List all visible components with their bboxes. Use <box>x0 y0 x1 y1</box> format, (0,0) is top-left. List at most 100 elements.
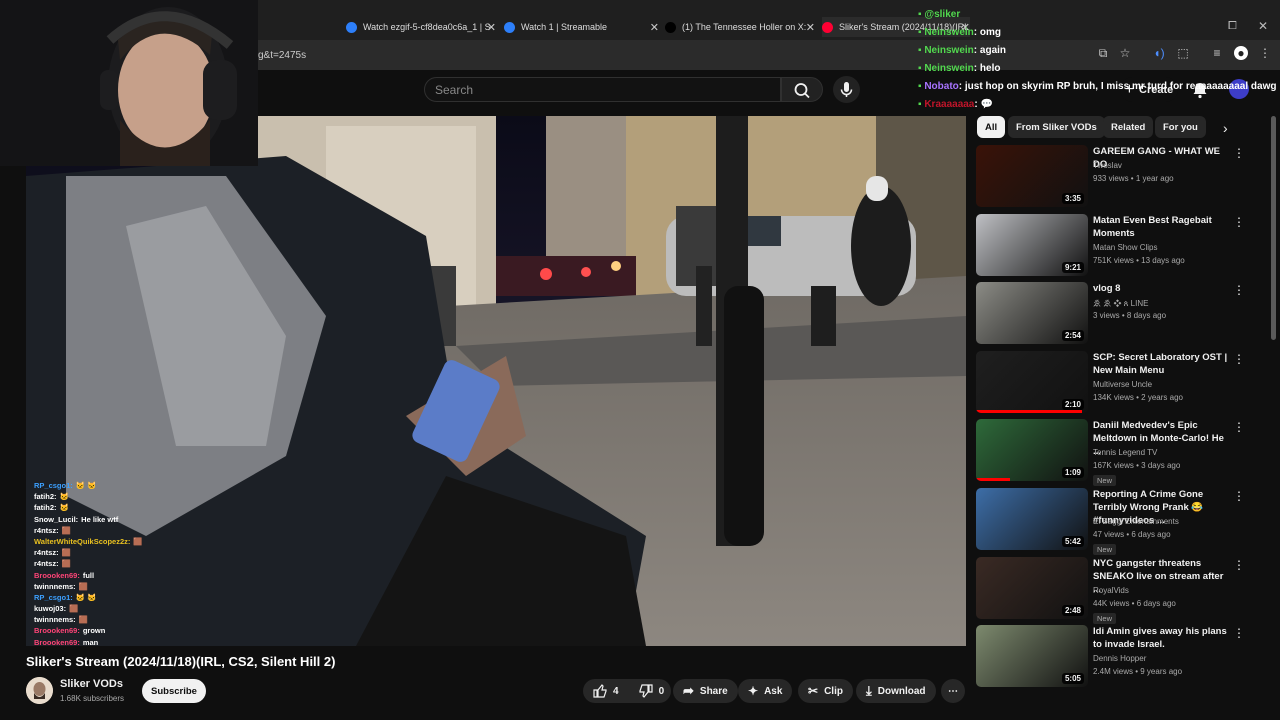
chat-username: fatih2: <box>34 503 57 513</box>
subscribe-button[interactable]: Subscribe <box>142 679 206 703</box>
like-button[interactable]: 4 <box>593 684 619 698</box>
sidebar-scrollbar[interactable] <box>1271 116 1276 340</box>
share-label: Share <box>699 685 728 697</box>
more-options-icon[interactable]: ⋮ <box>1233 490 1245 504</box>
browser-tab[interactable]: Watch ezgif-5-cf8dea0c6a_1 | S ✕ <box>346 17 496 37</box>
recommended-channel-name[interactable]: ゑ ゑ ❖ ጰ LINE <box>1093 298 1148 309</box>
filter-chip[interactable]: Related <box>1103 116 1154 138</box>
chat-message: fatih2: 🐱 <box>34 491 234 502</box>
chat-overlay-left: RP_csgo1: 🐱 🐱 fatih2: 🐱 fatih2: 🐱 Snow_Lucil: H… <box>34 480 234 648</box>
chat-message: ▪ Nobato: just hop on skyrim RP bruh, I … <box>918 78 1276 96</box>
recommended-channel-name[interactable]: Matan Show Clips <box>1093 243 1157 252</box>
more-options-icon[interactable]: ⋮ <box>1233 627 1245 641</box>
tab-favicon-icon <box>822 21 833 33</box>
chat-username: RP_csgo1: <box>34 592 73 602</box>
new-badge: New <box>1093 475 1117 486</box>
clip-button[interactable]: ✂ Clip <box>798 679 853 703</box>
voice-search-button[interactable] <box>833 76 860 103</box>
url-text[interactable]: g&t=2475s <box>258 50 306 61</box>
search-button[interactable] <box>781 77 823 102</box>
channel-avatar[interactable] <box>26 677 53 704</box>
chat-username: Snow_Lucil: <box>34 514 79 524</box>
video-duration: 5:42 <box>1061 536 1084 547</box>
chat-text: 🟫 <box>133 536 143 546</box>
more-options-icon[interactable]: ⋮ <box>1233 284 1245 298</box>
chat-text: 🟫 <box>61 525 71 535</box>
chat-text: : again <box>973 45 1007 56</box>
recommended-video[interactable]: 2:54 vlog 8 ゑ ゑ ❖ ጰ LINE 3 views • 8 days a… <box>976 282 1266 348</box>
recommended-video-title[interactable]: vlog 8 <box>1093 282 1230 295</box>
more-options-icon[interactable]: ⋮ <box>1233 353 1245 367</box>
video-thumbnail[interactable]: 5:42 <box>976 488 1088 550</box>
recommended-channel-name[interactable]: Multiverse Uncle <box>1093 380 1152 389</box>
recommended-video[interactable]: 2:48 NYC gangster threatens SNEAKO live o… <box>976 557 1266 624</box>
browser-tab[interactable]: (1) The Tennessee Holler on X: ✕ <box>665 17 815 37</box>
search-input[interactable]: Search <box>424 77 781 102</box>
chat-message: Broooken69: full <box>34 570 234 581</box>
video-duration: 2:48 <box>1061 605 1084 616</box>
tab-title: Watch ezgif-5-cf8dea0c6a_1 | S <box>363 22 491 32</box>
chat-message: ▪ Neinswein: again <box>918 42 1268 60</box>
more-options-icon[interactable]: ⋮ <box>1233 147 1245 161</box>
chat-message: ▪ @sliker <box>918 6 1268 24</box>
download-button[interactable]: ⤓ Download <box>856 679 936 703</box>
chat-username: twinnnems: <box>34 615 76 625</box>
more-options-icon[interactable]: ⋮ <box>1233 421 1245 435</box>
scissors-icon: ✂ <box>808 684 819 698</box>
recommended-video[interactable]: 3:35 GAREEM GANG - WHAT WE DO Twoslav 933 v… <box>976 145 1266 211</box>
watch-progress-bar <box>976 478 1010 481</box>
recommended-channel-name[interactable]: Tennis Legend TV <box>1093 448 1157 457</box>
share-button[interactable]: ➦ Share <box>673 679 738 703</box>
recommended-video-meta: 47 views • 6 days ago <box>1093 530 1171 539</box>
thumbs-down-icon <box>638 684 653 698</box>
chat-text: man <box>82 637 99 647</box>
filter-chip[interactable]: All <box>977 116 1006 138</box>
video-thumbnail[interactable]: 2:10 <box>976 351 1088 413</box>
channel-name[interactable]: Sliker VODs <box>60 678 123 690</box>
recommended-video[interactable]: 5:05 Idi Amin gives away his plans to inv… <box>976 625 1266 691</box>
tab-close-icon[interactable]: ✕ <box>487 21 496 34</box>
chevron-right-icon[interactable]: › <box>1223 120 1228 136</box>
filter-chip[interactable]: From Sliker VODs <box>1008 116 1105 138</box>
recommended-video-meta: 2.4M views • 9 years ago <box>1093 667 1183 676</box>
recommended-video-title[interactable]: Matan Even Best Ragebait Moments <box>1093 214 1230 240</box>
chat-overlay-top: ▪ @sliker ▪ Neinswein: omg ▪ Neinswein: ag… <box>918 6 1276 114</box>
chat-text: : 💬 <box>974 99 993 110</box>
recommended-video[interactable]: 9:21 Matan Even Best Ragebait Moments Mata… <box>976 214 1266 280</box>
recommended-video[interactable]: 2:10 SCP: Secret Laboratory OST | New Mai… <box>976 351 1266 417</box>
share-icon: ➦ <box>683 683 694 698</box>
recommended-channel-name[interactable]: Twoslav <box>1093 161 1122 170</box>
chat-message: twinnnems: 🟫 <box>34 581 234 592</box>
recommended-channel-name[interactable]: RoyalVids <box>1093 586 1129 595</box>
chat-message: WalterWhiteQuikScopez2z: 🟫 <box>34 536 234 547</box>
video-thumbnail[interactable]: 3:35 <box>976 145 1088 207</box>
recommended-video[interactable]: 1:09 Daniil Medvedev's Epic Meltdown in M… <box>976 419 1266 486</box>
video-thumbnail[interactable]: 9:21 <box>976 214 1088 276</box>
browser-tab[interactable]: Watch 1 | Streamable ✕ <box>504 17 659 37</box>
video-thumbnail[interactable]: 1:09 <box>976 419 1088 481</box>
more-options-icon[interactable]: ⋮ <box>1233 559 1245 573</box>
video-thumbnail[interactable]: 5:05 <box>976 625 1088 687</box>
like-dislike-group: 4 0 <box>583 679 671 703</box>
video-duration: 2:54 <box>1061 330 1084 341</box>
recommended-video[interactable]: 5:42 Reporting A Crime Gone Terribly Wron… <box>976 488 1266 555</box>
ask-button[interactable]: ✦ Ask <box>738 679 793 703</box>
chat-message: RP_csgo1: 🐱 🐱 <box>34 480 234 491</box>
watch-progress-bar <box>976 410 1083 413</box>
recommended-video-meta: 933 views • 1 year ago <box>1093 174 1174 183</box>
recommended-channel-name[interactable]: Dennis Hopper <box>1093 654 1146 663</box>
recommended-video-title[interactable]: SCP: Secret Laboratory OST | New Main Me… <box>1093 351 1230 377</box>
recommended-channel-name[interactable]: El Baggi Entertainments <box>1093 517 1179 526</box>
tab-close-icon[interactable]: ✕ <box>650 21 659 34</box>
chat-username: WalterWhiteQuikScopez2z: <box>34 536 131 546</box>
video-thumbnail[interactable]: 2:54 <box>976 282 1088 344</box>
tab-close-icon[interactable]: ✕ <box>806 21 815 34</box>
recommended-video-title[interactable]: Idi Amin gives away his plans to invade … <box>1093 625 1230 651</box>
chat-message: RP_csgo1: 🐱 🐱 <box>34 592 234 603</box>
dislike-button[interactable]: 0 <box>638 684 664 698</box>
chat-text: 🐱 <box>59 492 69 502</box>
video-thumbnail[interactable]: 2:48 <box>976 557 1088 619</box>
more-options-icon[interactable]: ⋮ <box>1233 216 1245 230</box>
filter-chip[interactable]: For you <box>1155 116 1206 138</box>
more-actions-button[interactable]: ⋯ <box>941 679 965 703</box>
